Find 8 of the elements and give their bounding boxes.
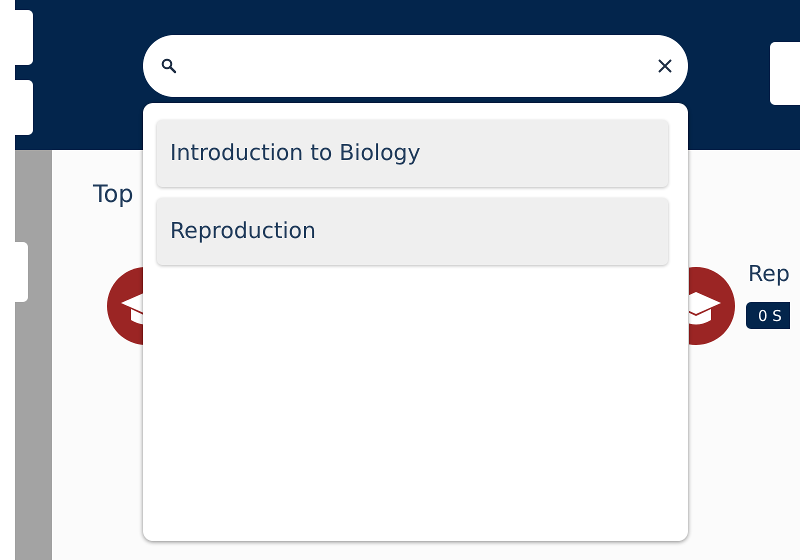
topic-title: Rep (748, 262, 790, 287)
header-card (770, 42, 800, 105)
close-icon[interactable] (658, 59, 672, 73)
count-badge: 0 S (746, 302, 790, 329)
search-icon (161, 58, 177, 74)
suggestion-item[interactable]: Reproduction (157, 198, 668, 265)
section-heading: Top (93, 180, 134, 208)
suggestion-item[interactable]: Introduction to Biology (157, 120, 668, 187)
